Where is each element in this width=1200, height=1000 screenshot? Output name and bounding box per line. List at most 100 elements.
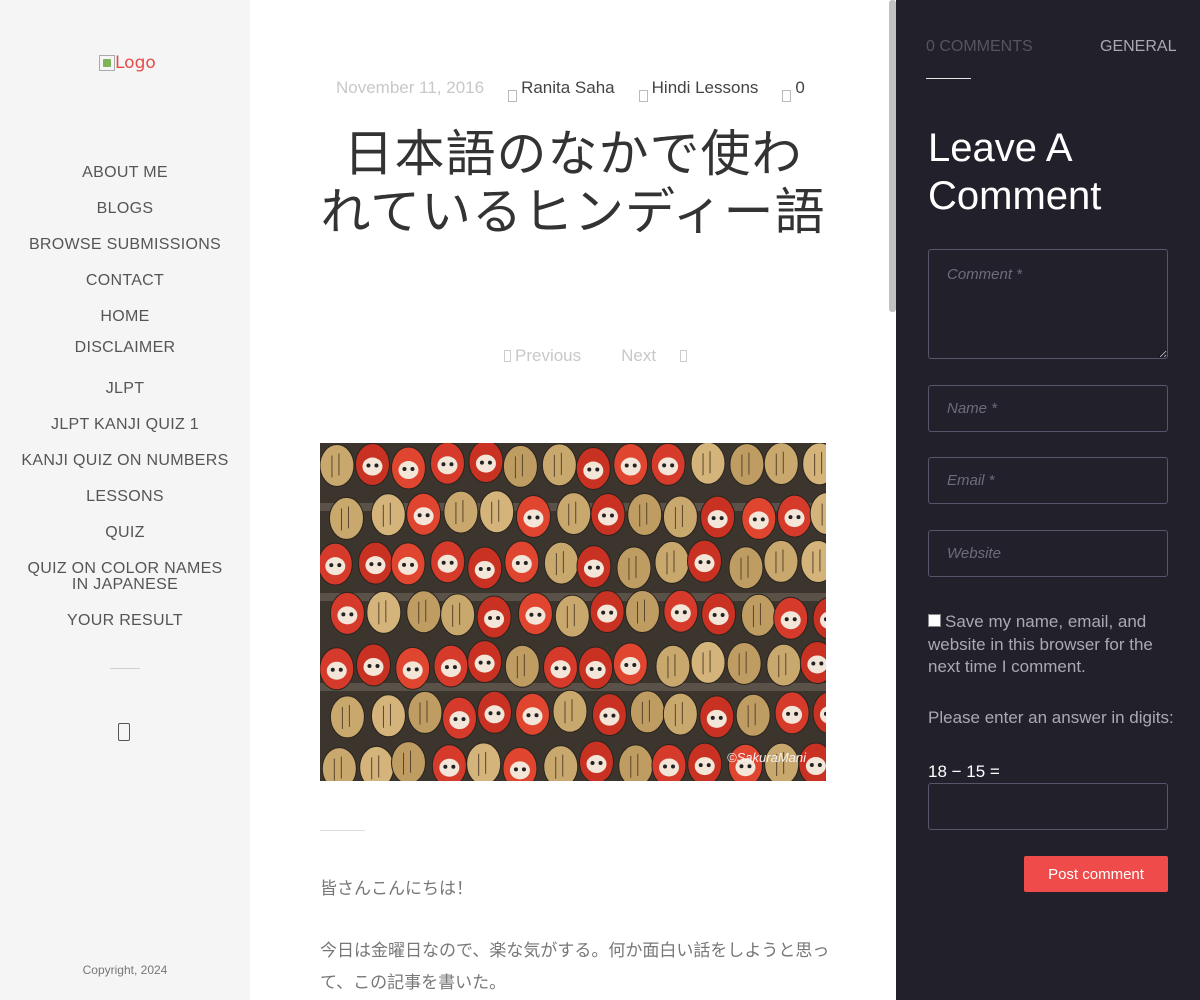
nav-item-quiz[interactable]: QUIZ — [0, 525, 250, 541]
wooden-plaque — [740, 593, 776, 637]
daruma-plaque — [590, 493, 626, 537]
nav-item-blogs[interactable]: BLOGS — [0, 201, 250, 217]
post-content: November 11, 2016 Ranita Saha Hindi Less… — [250, 0, 896, 1000]
wooden-plaque — [407, 690, 443, 734]
daruma-plaque — [320, 647, 355, 691]
chevron-left-icon — [504, 350, 511, 362]
daruma-plaque — [613, 443, 649, 487]
daruma-plaque — [700, 495, 736, 539]
wooden-plaque — [328, 496, 364, 540]
daruma-plaque — [515, 494, 551, 538]
active-tab-indicator — [926, 78, 971, 79]
post-comment-button[interactable]: Post comment — [1024, 856, 1168, 892]
wooden-plaque — [662, 495, 698, 539]
sidebar: Logo ABOUT ME BLOGS BROWSE SUBMISSIONS C… — [0, 0, 250, 1000]
site-logo[interactable]: Logo — [99, 53, 156, 73]
email-field[interactable] — [928, 457, 1168, 504]
post-paragraph: 皆さんこんにちは！ — [320, 879, 473, 899]
daruma-plaque — [476, 595, 512, 639]
daruma-plaque — [576, 545, 612, 589]
author-name: Ranita Saha — [521, 78, 615, 97]
daruma-plaque — [699, 695, 735, 739]
wooden-plaque — [391, 741, 427, 781]
daruma-plaque — [395, 646, 431, 690]
nav-item-jlpt[interactable]: JLPT — [0, 381, 250, 397]
captcha-answer-field[interactable] — [928, 783, 1168, 830]
wooden-plaque — [690, 443, 726, 485]
captcha-question: 18 − 15 = — [928, 762, 1000, 781]
daruma-plaque — [477, 690, 513, 734]
daruma-plaque — [468, 443, 504, 484]
daruma-plaque — [320, 542, 353, 586]
scrollbar-thumb[interactable] — [889, 0, 896, 312]
wooden-plaque — [654, 540, 690, 584]
mobile-icon[interactable] — [118, 723, 130, 741]
wooden-plaque — [556, 492, 592, 536]
wooden-plaque — [479, 490, 515, 534]
wooden-plaque — [370, 694, 406, 738]
website-field[interactable] — [928, 530, 1168, 577]
logo-alt-text: Logo — [115, 53, 156, 73]
wooden-plaque — [366, 590, 402, 634]
next-link[interactable]: Next — [621, 346, 691, 366]
daruma-plaque — [504, 540, 540, 584]
wooden-plaque — [616, 546, 652, 590]
nav-item-kanji-quiz-on-numbers[interactable]: KANJI QUIZ ON NUMBERS — [0, 453, 250, 469]
daruma-plaque — [578, 646, 614, 690]
wooden-plaque — [443, 490, 479, 534]
category-name: Hindi Lessons — [651, 78, 759, 97]
wooden-plaque — [504, 644, 540, 688]
wooden-plaque — [624, 590, 660, 634]
nav-item-lessons[interactable]: LESSONS — [0, 489, 250, 505]
nav-item-your-result[interactable]: YOUR RESULT — [0, 613, 250, 629]
wooden-plaque — [440, 593, 476, 637]
daruma-plaque — [517, 592, 553, 636]
wooden-plaque — [763, 443, 799, 486]
broken-image-icon — [99, 55, 115, 71]
save-info-checkbox[interactable] — [928, 614, 941, 628]
daruma-plaque — [774, 691, 810, 735]
post-date[interactable]: November 11, 2016 — [336, 78, 484, 98]
comment-field[interactable] — [928, 249, 1168, 359]
daruma-plaque — [390, 542, 426, 586]
post-author[interactable]: Ranita Saha — [508, 78, 615, 102]
nav-item-contact[interactable]: CONTACT — [0, 273, 250, 289]
user-icon — [508, 90, 518, 102]
nav-item-disclaimer[interactable]: DISCLAIMER — [0, 340, 250, 356]
folder-icon — [638, 90, 648, 102]
daruma-plaque — [329, 591, 365, 635]
nav-item-jlpt-kanji-quiz-1[interactable]: JLPT KANJI QUIZ 1 — [0, 417, 250, 433]
wooden-plaque — [729, 443, 765, 487]
post-category[interactable]: Hindi Lessons — [638, 78, 759, 102]
wooden-plaque — [406, 590, 442, 634]
nav-item-browse-submissions[interactable]: BROWSE SUBMISSIONS — [0, 237, 250, 253]
comment-count: 0 — [795, 78, 805, 97]
daruma-plaque — [776, 494, 812, 538]
wooden-plaque — [629, 690, 665, 734]
tab-comments[interactable]: 0 COMMENTS — [926, 38, 1033, 56]
nav-item-about-me[interactable]: ABOUT ME — [0, 165, 250, 181]
daruma-plaque — [442, 696, 478, 740]
copyright-text: Copyright, 2024 — [82, 963, 168, 977]
nav-item-quiz-color-names[interactable]: QUIZ ON COLOR NAMES IN JAPANESE — [20, 561, 230, 593]
daruma-plaque — [650, 443, 686, 486]
daruma-plaque — [741, 496, 777, 540]
nav-item-home[interactable]: HOME — [0, 309, 250, 325]
post-comment-count[interactable]: 0 — [782, 78, 805, 102]
wooden-plaque — [766, 643, 802, 687]
content-divider — [320, 830, 365, 831]
post-meta: November 11, 2016 Ranita Saha Hindi Less… — [336, 78, 829, 102]
daruma-plaque — [589, 590, 625, 634]
previous-link[interactable]: Previous — [500, 346, 601, 366]
daruma-plaque — [687, 742, 723, 781]
save-info-consent: Save my name, email, and website in this… — [928, 611, 1178, 679]
daruma-plaque — [467, 640, 503, 684]
daruma-plaque — [431, 744, 467, 781]
photo-credit: ©SakuraMani — [727, 750, 806, 765]
wooden-plaque — [543, 745, 579, 781]
daruma-plaque — [515, 692, 551, 736]
tab-general[interactable]: GENERAL — [1100, 38, 1176, 56]
leave-comment-heading: Leave A Comment — [928, 126, 1102, 218]
featured-image: ©SakuraMani — [320, 443, 826, 781]
name-field[interactable] — [928, 385, 1168, 432]
